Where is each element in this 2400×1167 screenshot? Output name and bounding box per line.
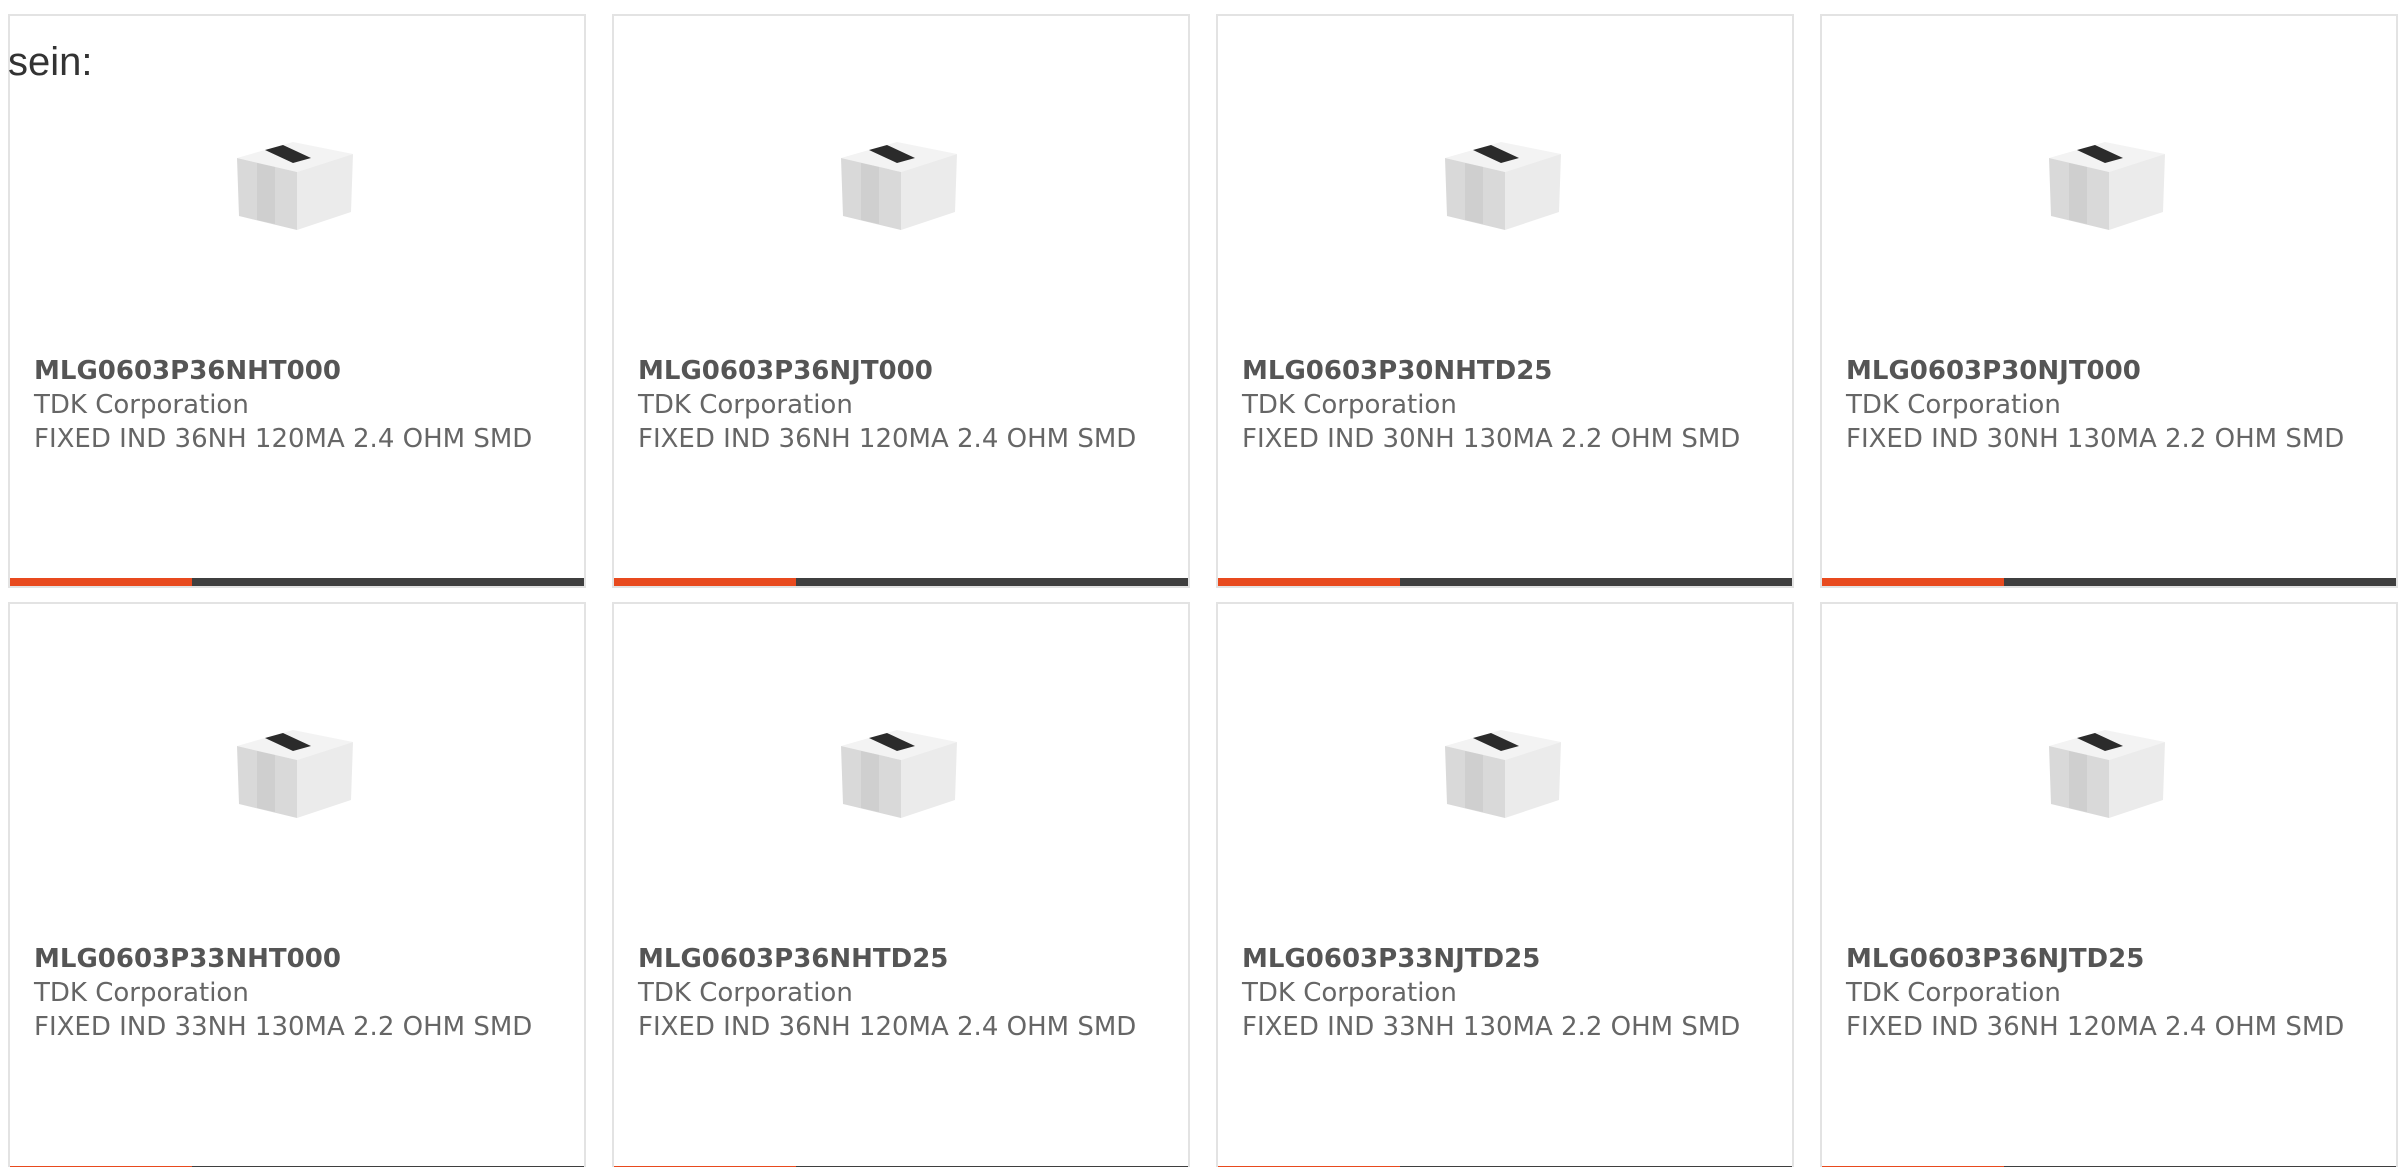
part-number-link[interactable]: MLG0603P36NHTD25 xyxy=(638,942,1158,976)
product-info: MLG0603P30NJT000 TDK Corporation FIXED I… xyxy=(1846,354,2366,456)
card-bottom-bar xyxy=(1218,578,1792,586)
smd-inductor-chip-icon xyxy=(2049,730,2165,818)
product-image[interactable] xyxy=(839,722,959,826)
manufacturer: TDK Corporation xyxy=(638,978,853,1008)
product-listing-page: sein: MLG0603P36NHT000 TDK Corporation F… xyxy=(0,0,2400,1167)
product-info: MLG0603P36NJT000 TDK Corporation FIXED I… xyxy=(638,354,1158,456)
product-image[interactable] xyxy=(1443,134,1563,238)
product-image[interactable] xyxy=(839,134,959,238)
description: FIXED IND 36NH 120MA 2.4 OHM SMD xyxy=(34,424,533,454)
product-info: MLG0603P30NHTD25 TDK Corporation FIXED I… xyxy=(1242,354,1762,456)
part-number-link[interactable]: MLG0603P33NHT000 xyxy=(34,942,554,976)
product-card[interactable]: MLG0603P36NHT000 TDK Corporation FIXED I… xyxy=(8,14,586,588)
product-grid: MLG0603P36NHT000 TDK Corporation FIXED I… xyxy=(8,14,2398,1167)
description: FIXED IND 30NH 130MA 2.2 OHM SMD xyxy=(1846,424,2345,454)
product-card[interactable]: MLG0603P33NHT000 TDK Corporation FIXED I… xyxy=(8,602,586,1167)
product-card[interactable]: MLG0603P30NHTD25 TDK Corporation FIXED I… xyxy=(1216,14,1794,588)
manufacturer: TDK Corporation xyxy=(1846,390,2061,420)
part-number-link[interactable]: MLG0603P30NJT000 xyxy=(1846,354,2366,388)
product-info: MLG0603P36NHT000 TDK Corporation FIXED I… xyxy=(34,354,554,456)
product-image[interactable] xyxy=(2047,722,2167,826)
card-bar-accent xyxy=(614,578,796,586)
description: FIXED IND 36NH 120MA 2.4 OHM SMD xyxy=(1846,1012,2345,1042)
card-bar-accent xyxy=(1822,578,2004,586)
manufacturer: TDK Corporation xyxy=(34,978,249,1008)
part-number-link[interactable]: MLG0603P33NJTD25 xyxy=(1242,942,1762,976)
product-card[interactable]: MLG0603P30NJT000 TDK Corporation FIXED I… xyxy=(1820,14,2398,588)
card-bottom-bar xyxy=(614,578,1188,586)
product-info: MLG0603P36NHTD25 TDK Corporation FIXED I… xyxy=(638,942,1158,1044)
card-bar-accent xyxy=(1218,578,1400,586)
description: FIXED IND 33NH 130MA 2.2 OHM SMD xyxy=(1242,1012,1741,1042)
description: FIXED IND 36NH 120MA 2.4 OHM SMD xyxy=(638,424,1137,454)
product-card[interactable]: MLG0603P36NJTD25 TDK Corporation FIXED I… xyxy=(1820,602,2398,1167)
description: FIXED IND 33NH 130MA 2.2 OHM SMD xyxy=(34,1012,533,1042)
part-number-link[interactable]: MLG0603P36NJTD25 xyxy=(1846,942,2366,976)
product-card[interactable]: MLG0603P36NJT000 TDK Corporation FIXED I… xyxy=(612,14,1190,588)
product-info: MLG0603P33NHT000 TDK Corporation FIXED I… xyxy=(34,942,554,1044)
card-bottom-bar xyxy=(10,578,584,586)
product-image[interactable] xyxy=(235,722,355,826)
manufacturer: TDK Corporation xyxy=(34,390,249,420)
manufacturer: TDK Corporation xyxy=(1242,978,1457,1008)
manufacturer: TDK Corporation xyxy=(638,390,853,420)
part-number-link[interactable]: MLG0603P30NHTD25 xyxy=(1242,354,1762,388)
smd-inductor-chip-icon xyxy=(1445,730,1561,818)
lead-text: sein: xyxy=(8,40,93,84)
description: FIXED IND 30NH 130MA 2.2 OHM SMD xyxy=(1242,424,1741,454)
card-bar-accent xyxy=(10,578,192,586)
card-bottom-bar xyxy=(1822,578,2396,586)
smd-inductor-chip-icon xyxy=(2049,142,2165,230)
part-number-link[interactable]: MLG0603P36NJT000 xyxy=(638,354,1158,388)
manufacturer: TDK Corporation xyxy=(1242,390,1457,420)
product-image[interactable] xyxy=(235,134,355,238)
product-image[interactable] xyxy=(2047,134,2167,238)
product-info: MLG0603P33NJTD25 TDK Corporation FIXED I… xyxy=(1242,942,1762,1044)
description: FIXED IND 36NH 120MA 2.4 OHM SMD xyxy=(638,1012,1137,1042)
part-number-link[interactable]: MLG0603P36NHT000 xyxy=(34,354,554,388)
smd-inductor-chip-icon xyxy=(1445,142,1561,230)
smd-inductor-chip-icon xyxy=(237,142,353,230)
smd-inductor-chip-icon xyxy=(237,730,353,818)
product-info: MLG0603P36NJTD25 TDK Corporation FIXED I… xyxy=(1846,942,2366,1044)
manufacturer: TDK Corporation xyxy=(1846,978,2061,1008)
product-image[interactable] xyxy=(1443,722,1563,826)
product-card[interactable]: MLG0603P36NHTD25 TDK Corporation FIXED I… xyxy=(612,602,1190,1167)
smd-inductor-chip-icon xyxy=(841,730,957,818)
product-card[interactable]: MLG0603P33NJTD25 TDK Corporation FIXED I… xyxy=(1216,602,1794,1167)
smd-inductor-chip-icon xyxy=(841,142,957,230)
